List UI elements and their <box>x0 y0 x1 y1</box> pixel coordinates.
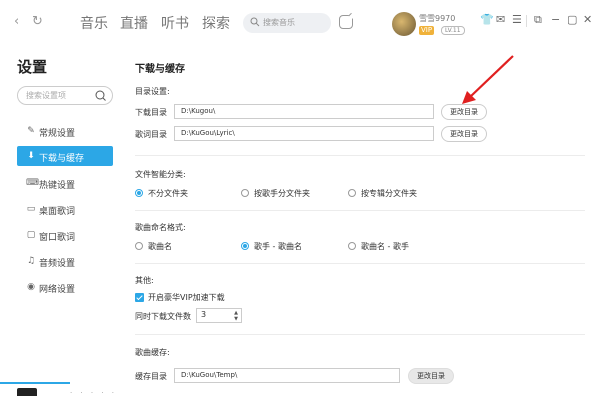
search-placeholder: 搜索音乐 <box>263 18 295 27</box>
sidebar-item-window-lyrics[interactable]: ▢ 窗口歌词 <box>17 225 113 245</box>
wrench-icon: ✎ <box>27 126 35 136</box>
progress-strip <box>0 382 70 384</box>
tab-live[interactable]: 直播 <box>120 13 148 33</box>
album-thumbnail[interactable] <box>17 388 37 396</box>
tab-audiobook[interactable]: 听书 <box>161 13 189 33</box>
window-lyric-icon: ▢ <box>26 230 36 240</box>
radio-label: 按专辑分文件夹 <box>361 189 417 198</box>
change-lyric-dir-button[interactable]: 更改目录 <box>441 126 487 142</box>
other-section-label: 其他: <box>135 276 154 285</box>
change-cache-dir-button[interactable]: 更改目录 <box>408 368 454 384</box>
divider <box>135 155 585 156</box>
listen-recognize-icon[interactable] <box>339 15 353 29</box>
maximize-icon[interactable]: ▢ <box>567 13 577 26</box>
sidebar-item-label: 音频设置 <box>39 259 76 269</box>
lyric-dir-field[interactable]: D:\KuGou\Lyric\ <box>174 126 434 141</box>
sidebar-item-label: 网络设置 <box>39 285 76 295</box>
sidebar-item-hotkeys[interactable]: ⌨ 热键设置 <box>17 173 113 193</box>
radio-label: 不分文件夹 <box>148 189 188 198</box>
sidebar-item-network[interactable]: ◉ 网络设置 <box>17 277 113 297</box>
vip-accel-checkbox[interactable] <box>135 293 144 302</box>
lyric-dir-label: 歌词目录 <box>135 130 167 139</box>
radio-by-artist[interactable] <box>241 189 249 197</box>
concurrent-downloads-stepper[interactable]: 3 ▲ ▼ <box>196 308 242 323</box>
radio-by-album[interactable] <box>348 189 356 197</box>
sidebar-item-general[interactable]: ✎ 常规设置 <box>17 121 113 141</box>
section-title: 下载与缓存 <box>135 64 185 75</box>
cache-dir-field[interactable]: D:\KuGou\Temp\ <box>174 368 400 383</box>
divider <box>135 334 585 335</box>
tab-music[interactable]: 音乐 <box>80 13 108 33</box>
search-icon[interactable] <box>95 90 106 101</box>
level-badge: LV.11 <box>441 26 465 35</box>
sidebar-item-label: 窗口歌词 <box>39 233 76 243</box>
refresh-icon[interactable]: ↻ <box>32 14 43 29</box>
close-icon[interactable]: ✕ <box>583 13 592 26</box>
divider <box>135 210 585 211</box>
username[interactable]: 雪雪9970 <box>419 13 455 24</box>
network-icon: ◉ <box>27 282 35 292</box>
radio-song-artist[interactable] <box>348 242 356 250</box>
classify-section-label: 文件智能分类: <box>135 170 186 179</box>
shirt-icon[interactable]: 👕 <box>480 13 494 26</box>
sidebar-item-label: 桌面歌词 <box>39 207 76 217</box>
avatar[interactable] <box>392 12 416 36</box>
sidebar-item-label: 常规设置 <box>39 129 76 139</box>
divider <box>135 263 585 264</box>
vip-badge: VIP <box>419 26 435 35</box>
radio-song-name[interactable] <box>135 242 143 250</box>
cache-section-label: 歌曲缓存: <box>135 348 170 357</box>
stepper-arrows-icon[interactable]: ▲ ▼ <box>234 310 238 322</box>
tab-explore[interactable]: 探索 <box>202 13 230 33</box>
desktop-lyric-icon: ▭ <box>26 204 36 214</box>
vip-accel-label: 开启豪华VIP加速下载 <box>148 293 225 302</box>
radio-no-folder[interactable] <box>135 189 143 197</box>
sidebar-item-label: 热键设置 <box>39 181 76 191</box>
radio-label: 歌曲名 <box>148 242 172 251</box>
radio-label: 歌曲名 - 歌手 <box>361 242 409 251</box>
cache-dir-label: 缓存目录 <box>135 372 167 381</box>
page-title: 设置 <box>17 58 48 76</box>
toolbar-divider <box>526 15 527 27</box>
stepper-value: 3 <box>201 310 207 319</box>
top-bar: ‹ ↻ 音乐 直播 听书 探索 搜索音乐 雪雪9970 VIP LV.11 👕 … <box>0 0 600 44</box>
radio-artist-song[interactable] <box>241 242 249 250</box>
player-bar-glimpse: · · · · · <box>70 389 118 396</box>
concurrent-downloads-label: 同时下载文件数 <box>135 312 191 321</box>
audio-icon: ♫ <box>26 256 36 266</box>
back-icon[interactable]: ‹ <box>14 14 19 29</box>
menu-icon[interactable]: ☰ <box>512 13 522 26</box>
settings-search-input[interactable]: 搜索设置项 <box>17 86 113 105</box>
mini-mode-icon[interactable]: ⧉ <box>534 13 542 27</box>
sidebar-item-desktop-lyrics[interactable]: ▭ 桌面歌词 <box>17 199 113 219</box>
sidebar-item-label: 下载与缓存 <box>39 154 85 164</box>
download-dir-field[interactable]: D:\Kugou\ <box>174 104 434 119</box>
settings-window: ‹ ↻ 音乐 直播 听书 探索 搜索音乐 雪雪9970 VIP LV.11 👕 … <box>0 0 600 396</box>
mail-icon[interactable]: ✉ <box>496 13 505 26</box>
sidebar-item-audio[interactable]: ♫ 音频设置 <box>17 251 113 271</box>
minimize-icon[interactable]: − <box>551 13 560 26</box>
download-icon: ⬇ <box>27 151 35 161</box>
dir-section-label: 目录设置: <box>135 87 170 96</box>
sidebar-item-download-cache[interactable]: ⬇ 下载与缓存 <box>17 146 113 166</box>
download-dir-label: 下载目录 <box>135 108 167 117</box>
naming-section-label: 歌曲命名格式: <box>135 223 186 232</box>
radio-label: 歌手 - 歌曲名 <box>254 242 302 251</box>
keyboard-icon: ⌨ <box>26 178 39 188</box>
search-input[interactable]: 搜索音乐 <box>243 13 331 33</box>
search-icon <box>250 17 260 27</box>
change-download-dir-button[interactable]: 更改目录 <box>441 104 487 120</box>
settings-search-placeholder: 搜索设置项 <box>26 91 66 100</box>
radio-label: 按歌手分文件夹 <box>254 189 310 198</box>
